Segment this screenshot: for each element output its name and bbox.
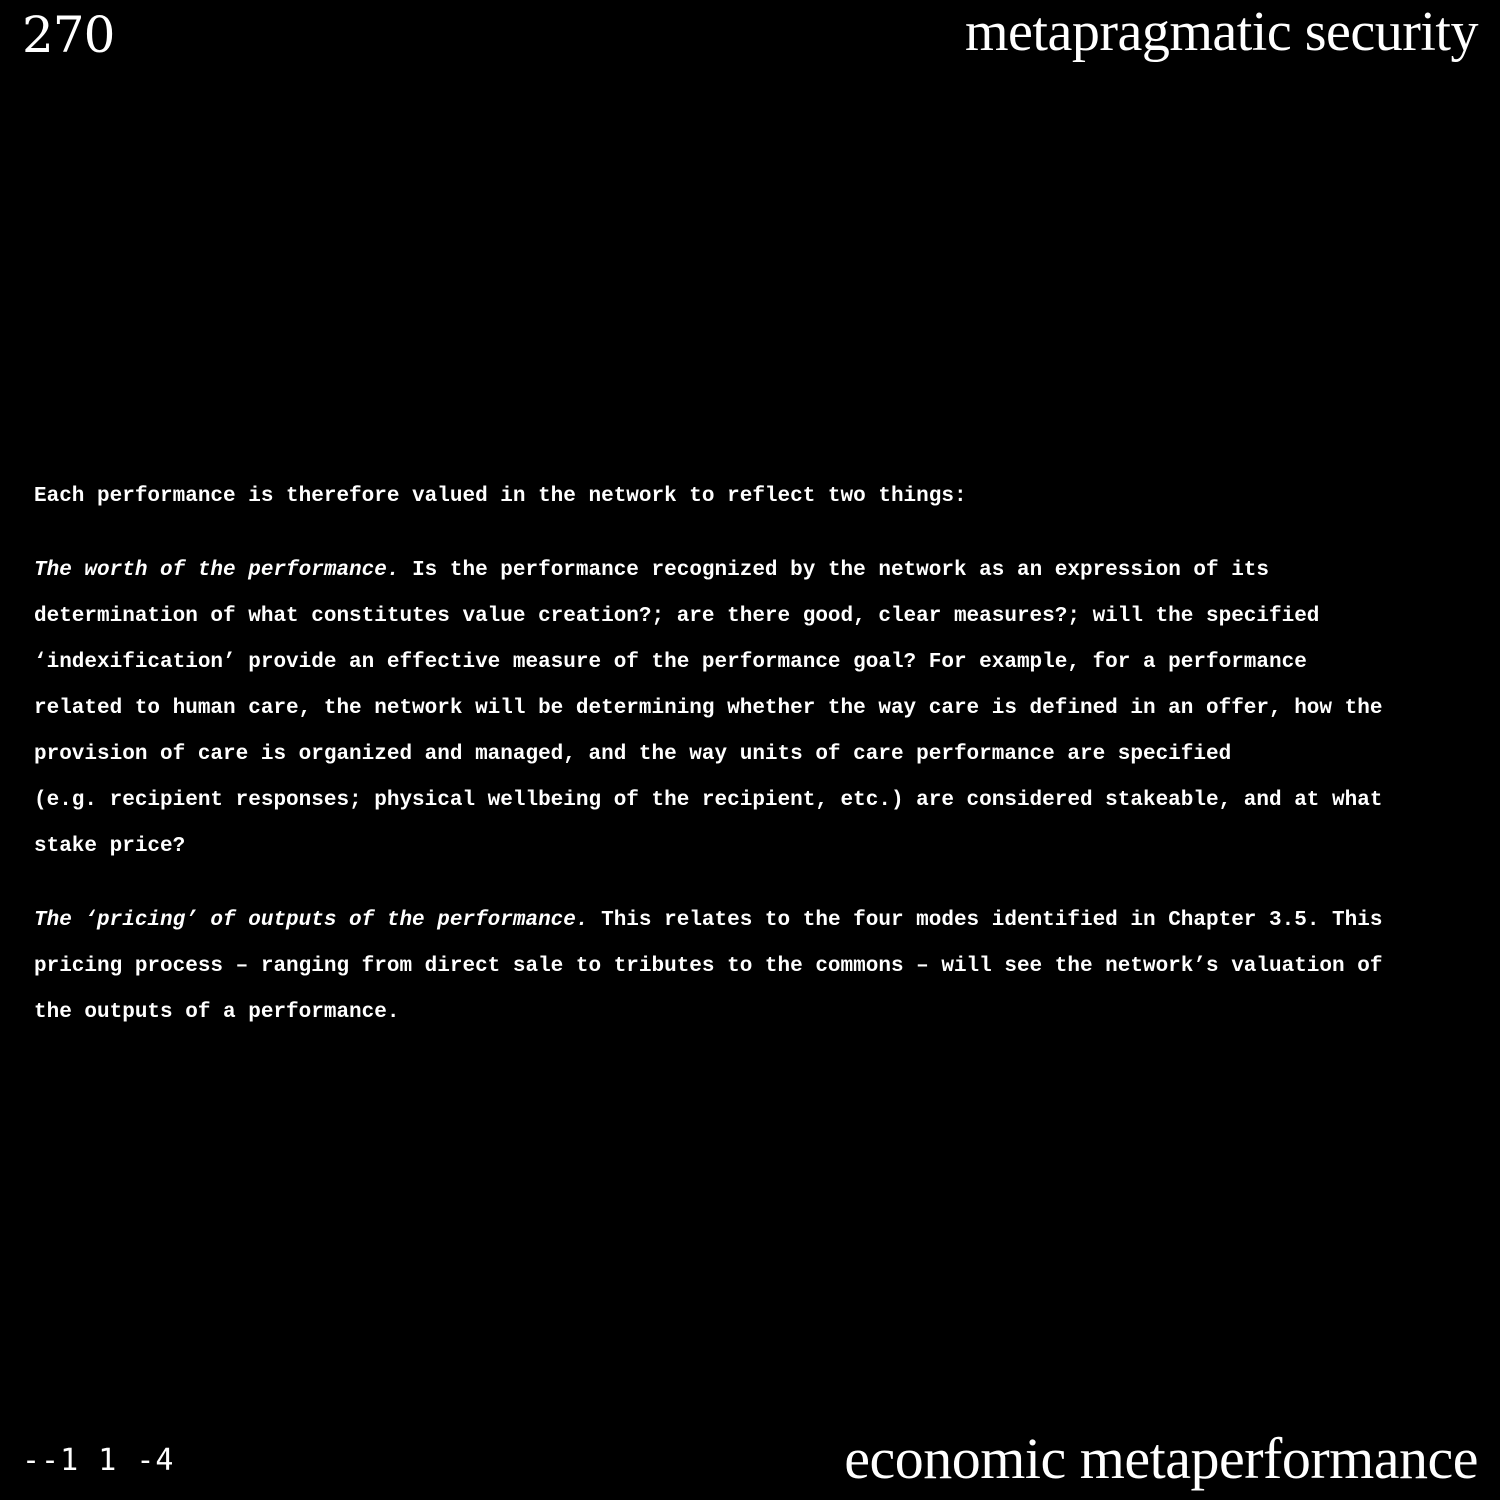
header-title: metapragmatic security: [965, 1, 1479, 63]
worth-text: Is the performance recognized by the net…: [34, 559, 1383, 858]
pricing-paragraph: The ‘pricing’ of outputs of the performa…: [34, 898, 1474, 1036]
pricing-lead: The ‘pricing’ of outputs of the performa…: [34, 909, 589, 932]
worth-lead: The worth of the performance.: [34, 559, 400, 582]
body-text: Each performance is therefore valued in …: [34, 474, 1474, 1064]
page-number: 270: [22, 6, 115, 64]
intro-paragraph: Each performance is therefore valued in …: [34, 485, 967, 508]
footer-title: economic metaperformance: [844, 1426, 1478, 1491]
worth-paragraph: The worth of the performance. Is the per…: [34, 548, 1474, 870]
footer-code: --1 1 -4: [22, 1443, 175, 1478]
